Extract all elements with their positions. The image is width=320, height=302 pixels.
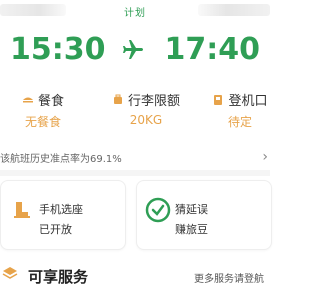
meal-title: 餐食: [37, 94, 64, 109]
meal-service[interactable]: 餐食 无餐食: [8, 90, 78, 134]
ontime-rate-text: 该航班历史准点率为69.1%: [0, 154, 122, 165]
gate-service[interactable]: 登机口 待定: [200, 90, 280, 134]
seat-subtitle: 已开放: [39, 223, 72, 236]
flight-services: 餐食 无餐食 行李限额 20KG 登机口 待定: [0, 90, 270, 134]
seat-icon: [9, 197, 35, 223]
enjoy-services-title: 可享服务: [28, 268, 89, 286]
flight-status-label: 计划: [124, 8, 146, 19]
meal-icon: [22, 97, 33, 102]
baggage-title: 行李限额: [127, 94, 180, 109]
guess-title: 猜延误: [175, 203, 208, 216]
guess-subtitle: 赚旅豆: [175, 223, 208, 236]
gate-value: 待定: [227, 115, 252, 129]
ontime-rate-row[interactable]: 该航班历史准点率为69.1% ›: [0, 149, 270, 166]
enjoy-services-row: 可享服务 更多服务请登航: [0, 262, 270, 290]
guess-delay-card[interactable]: 猜延误 赚旅豆: [136, 180, 272, 250]
luggage-icon: [113, 94, 122, 104]
departure-time: 15:30: [10, 32, 106, 67]
baggage-service[interactable]: 行李限额 20KG: [96, 90, 196, 134]
meal-value: 无餐食: [24, 115, 61, 129]
guess-delay-icon: [145, 197, 171, 223]
gate-icon: [214, 94, 223, 105]
section-divider: [0, 170, 270, 176]
services-icon: [2, 267, 18, 279]
gate-title: 登机口: [228, 94, 268, 109]
flight-times: 15:30 17:40: [0, 30, 270, 74]
chevron-right-icon: ›: [262, 149, 268, 165]
seat-title: 手机选座: [39, 203, 83, 216]
more-services-link[interactable]: 更多服务请登航: [194, 270, 264, 285]
baggage-value: 20KG: [129, 113, 163, 127]
airplane-icon: [123, 40, 143, 59]
arrival-time: 17:40: [164, 32, 261, 67]
seat-selection-card[interactable]: 手机选座 已开放: [0, 180, 126, 250]
